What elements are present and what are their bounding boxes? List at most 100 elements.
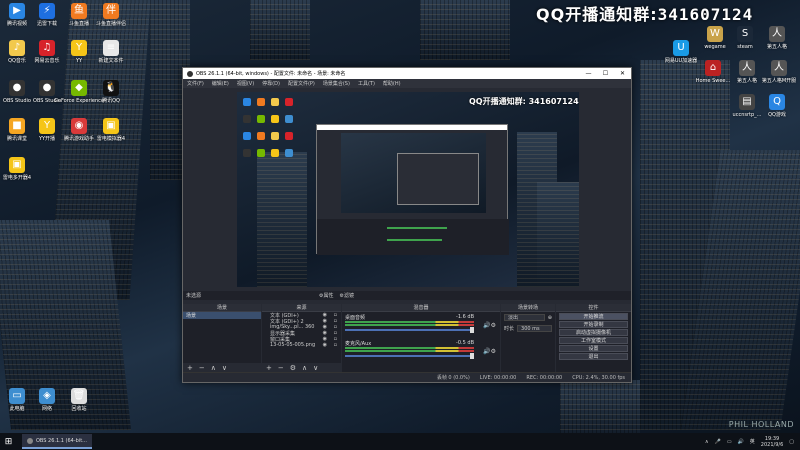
taskbar-obs-label: OBS 26.1.1 (64-bit... <box>36 437 87 444</box>
desktop-icon[interactable]: 🗑 回收站 <box>54 388 104 412</box>
minimize-icon[interactable]: — <box>580 70 597 77</box>
obs-status-bar: 丢帧 0 (0.0%) LIVE: 00:00:00 REC: 00:00:00… <box>183 372 631 382</box>
lock-icon[interactable]: ▫ <box>334 342 337 348</box>
desktop-icon[interactable]: Q QQ游戏 <box>752 94 800 118</box>
no-source-selected-label: 未选源 <box>186 293 202 299</box>
desktop-icon-label: 第五人格M开服 <box>761 78 797 84</box>
filters-button[interactable]: ⚙滤镜 <box>340 292 355 299</box>
volume-meter <box>345 324 474 326</box>
control-button[interactable]: 启动虚拟摄像机 <box>559 329 628 336</box>
desktop-icon[interactable]: ▣ 雷电模拟器4 <box>86 118 136 142</box>
preview-mini-icon <box>271 132 279 140</box>
desktop-icon[interactable]: 伴斗鱼直播伴侣 <box>86 3 136 27</box>
channel-name: 桌面音频 <box>345 315 366 321</box>
desktop-icon[interactable]: 🐧 腾讯QQ <box>86 80 136 104</box>
volume-meter <box>345 321 474 323</box>
volume-slider[interactable] <box>345 353 474 359</box>
preview-mini-icon <box>271 115 279 123</box>
menu-item[interactable]: 场景集合(S) <box>323 80 350 87</box>
wallpaper-building <box>560 380 640 440</box>
up-icon[interactable]: ∧ <box>211 364 216 372</box>
preview-mini-icon <box>257 115 265 123</box>
desktop-icon[interactable]: ▣ 雷电多开器4 <box>0 157 42 181</box>
source-list: 文本 (GDI+) ◉ ▫ 文本 (GDI+) 2 ◉ ▫ img/Sky...pl... … <box>262 312 341 348</box>
control-button[interactable]: 设置 <box>559 345 628 352</box>
mixer-channel: 桌面音频 -1.6 dB 🔊⚙ <box>342 312 500 338</box>
maximize-icon[interactable]: ☐ <box>597 70 614 77</box>
add-icon[interactable]: + <box>266 364 272 372</box>
volume-icon[interactable]: 🔊 <box>738 439 744 445</box>
remove-icon[interactable]: − <box>199 364 205 372</box>
desktop-icon[interactable]: 人第五人格 <box>752 26 800 50</box>
network-icon[interactable]: ▭ <box>727 439 732 445</box>
menu-item[interactable]: 编辑(E) <box>212 80 229 87</box>
eye-icon[interactable]: ◉ <box>323 342 327 348</box>
duration-label: 时长 <box>504 326 515 332</box>
clock[interactable]: 19:39 2021/9/6 <box>761 436 783 448</box>
chevron-up-icon[interactable]: ∧ <box>705 439 709 445</box>
remove-icon[interactable]: − <box>278 364 284 372</box>
qq-banner-number: 341607124 <box>657 5 754 24</box>
source-label: 13-05-05-005.png <box>270 342 316 348</box>
control-button[interactable]: 工作室模式 <box>559 337 628 344</box>
gear-icon[interactable]: ⚙ <box>290 364 296 372</box>
obs-taskbar-icon <box>27 437 33 444</box>
slider-handle[interactable] <box>470 353 474 359</box>
wallpaper-building <box>420 0 510 60</box>
desktop-icon[interactable]: 人第五人格M开服 <box>754 60 800 84</box>
app-icon: Y <box>39 118 55 134</box>
menu-item[interactable]: 帮助(H) <box>383 80 401 87</box>
transition-type-select[interactable]: 淡出 <box>504 314 545 321</box>
menu-item[interactable]: 视图(V) <box>237 80 254 87</box>
preview-mini-icon <box>257 132 265 140</box>
speaker-icon[interactable]: 🔊 <box>483 322 490 329</box>
preview-mini-icon <box>285 149 293 157</box>
controls-dock-title: 控件 <box>556 304 631 312</box>
channel-name: 麦克风/Aux <box>345 341 372 347</box>
volume-slider[interactable] <box>345 327 474 333</box>
source-item[interactable]: 13-05-05-005.png ◉ ▫ <box>262 342 341 348</box>
control-button[interactable]: 开始录制 <box>559 321 628 328</box>
slider-handle[interactable] <box>470 327 474 333</box>
down-icon[interactable]: ∨ <box>313 364 318 372</box>
menu-item[interactable]: 配置文件(P) <box>288 80 315 87</box>
speaker-icon[interactable]: 🔊 <box>483 348 490 355</box>
ime-indicator[interactable]: 英 <box>750 438 755 445</box>
status-rec: REC: 00:00:00 <box>526 374 563 381</box>
taskbar-obs-button[interactable]: OBS 26.1.1 (64-bit... <box>22 434 92 449</box>
app-icon: 人 <box>771 60 787 76</box>
windows-icon[interactable]: ⊞ <box>0 433 17 450</box>
desktop-icon[interactable]: ≡ 新建文本件 <box>86 40 136 64</box>
obs-preview[interactable]: QQ开播通知群: 341607124 <box>237 92 579 287</box>
app-icon: 人 <box>739 60 755 76</box>
gear-icon[interactable]: ⚙ <box>491 348 496 355</box>
obs-title-bar[interactable]: OBS 26.1.1 (64-bit, windows) - 配置文件: 未命名… <box>183 68 631 79</box>
menu-item[interactable]: 工具(T) <box>358 80 375 87</box>
down-icon[interactable]: ∨ <box>222 364 227 372</box>
gear-icon[interactable]: ⚙ <box>491 322 496 329</box>
control-button[interactable]: 退出 <box>559 353 628 360</box>
control-button[interactable]: 开始推流 <box>559 313 628 320</box>
taskbar: ⊞ OBS 26.1.1 (64-bit... ∧ 🎤 ▭ 🔊 英 19:39 … <box>0 433 800 450</box>
up-icon[interactable]: ∧ <box>302 364 307 372</box>
app-icon: 🐧 <box>103 80 119 96</box>
app-icon: Q <box>769 94 785 110</box>
app-icon: 人 <box>769 26 785 42</box>
properties-button[interactable]: ⚙属性 <box>319 292 334 299</box>
scene-item[interactable]: 场景 <box>183 312 261 319</box>
duration-input[interactable]: 300 ms <box>517 325 552 332</box>
add-icon[interactable]: + <box>187 364 193 372</box>
dock-header: 未选源 ⚙属性 ⚙滤镜 <box>183 291 631 300</box>
app-icon: ▣ <box>9 157 25 173</box>
notification-icon[interactable]: ▢ <box>789 439 794 445</box>
app-icon: 🗑 <box>71 388 87 404</box>
menu-item[interactable]: 文件(F) <box>187 80 204 87</box>
obs-window[interactable]: OBS 26.1.1 (64-bit, windows) - 配置文件: 未命名… <box>182 67 632 383</box>
scenes-dock-title: 场景 <box>183 304 261 312</box>
add-transition-icon[interactable]: ⊕ <box>548 315 552 321</box>
nested-nested-window <box>397 153 479 205</box>
microphone-icon[interactable]: 🎤 <box>715 439 721 445</box>
menu-item[interactable]: 停靠(D) <box>262 80 280 87</box>
close-icon[interactable]: ✕ <box>614 70 631 77</box>
desktop-icon-label: 雷电多开器4 <box>2 175 32 181</box>
